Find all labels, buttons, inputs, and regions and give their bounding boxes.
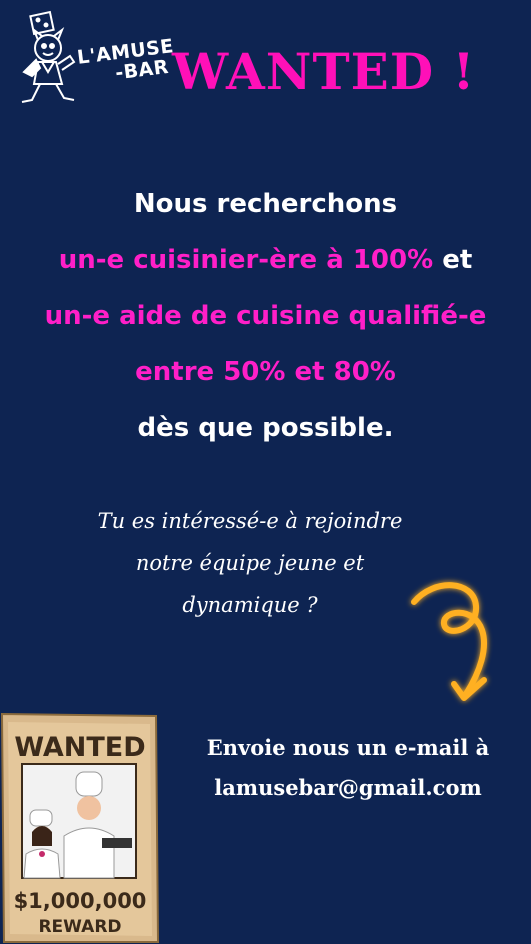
announcement-line-5: dès que possible. <box>137 413 394 443</box>
announcement-line-3: un-e aide de cuisine qualifié-e <box>44 301 487 331</box>
invitation-line-1: Tu es intéressé-e à rejoindre <box>97 509 403 533</box>
job-announcement: Nous recherchons un-e cuisinier-ère à 10… <box>0 176 531 456</box>
cook-position: un-e cuisinier-ère à 100% <box>58 245 434 275</box>
invitation-line-3: dynamique ? <box>182 593 318 617</box>
contact-info: Envoie nous un e-mail à lamusebar@gmail.… <box>168 728 528 808</box>
wanted-title: WANTED ! <box>172 42 476 101</box>
announcement-line-4: entre 50% et 80% <box>135 357 396 387</box>
curly-arrow-icon <box>411 582 488 701</box>
contact-line-1: Envoie nous un e-mail à <box>206 735 490 760</box>
wanted-poster: WANTED $1,000,000 REWARD <box>0 712 160 943</box>
contact-email[interactable]: lamusebar@gmail.com <box>168 768 528 808</box>
poster-wanted-text: WANTED <box>14 732 145 763</box>
logo-wordmark: L'AMUSE -BAR <box>76 35 177 88</box>
poster-reward-amount: $1,000,000 <box>14 889 147 913</box>
invitation-text: Tu es intéressé-e à rejoindre notre équi… <box>40 500 460 626</box>
announcement-line-2: un-e cuisinier-ère à 100% et <box>0 232 531 288</box>
poster-reward-label: REWARD <box>38 917 121 937</box>
conjunction: et <box>433 245 473 275</box>
announcement-line-1: Nous recherchons <box>133 189 398 219</box>
lamuse-bar-logo: L'AMUSE -BAR <box>10 10 180 110</box>
invitation-line-2: notre équipe jeune et <box>135 551 365 575</box>
